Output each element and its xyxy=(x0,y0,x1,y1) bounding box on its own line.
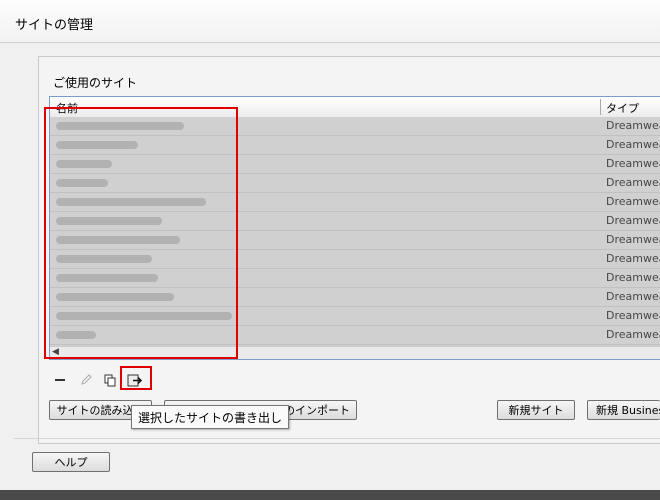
highlight-box-site-names xyxy=(44,107,238,359)
minus-icon[interactable] xyxy=(51,371,69,389)
column-header-type[interactable]: タイプ xyxy=(606,100,639,116)
new-business-catalyst-site-button[interactable]: 新規 Business Catalyst サイト xyxy=(587,400,660,420)
export-tooltip: 選択したサイトの書き出し xyxy=(131,405,290,429)
new-site-button[interactable]: 新規サイト xyxy=(497,400,575,420)
window-title: サイトの管理 xyxy=(15,18,94,33)
footer-divider xyxy=(14,438,660,439)
sites-section-title: ご使用のサイト xyxy=(53,76,138,90)
column-separator[interactable] xyxy=(600,99,601,115)
help-button[interactable]: ヘルプ xyxy=(32,452,110,472)
highlight-box-export xyxy=(120,366,152,390)
pencil-icon[interactable] xyxy=(77,371,95,389)
background-strip xyxy=(0,490,660,500)
duplicate-icon[interactable] xyxy=(101,371,119,389)
site-manager-window: サイトの管理 ご使用のサイト 名前 タイプ Dreamweaver Dreamw… xyxy=(0,0,660,490)
title-bar: サイトの管理 xyxy=(0,0,660,43)
